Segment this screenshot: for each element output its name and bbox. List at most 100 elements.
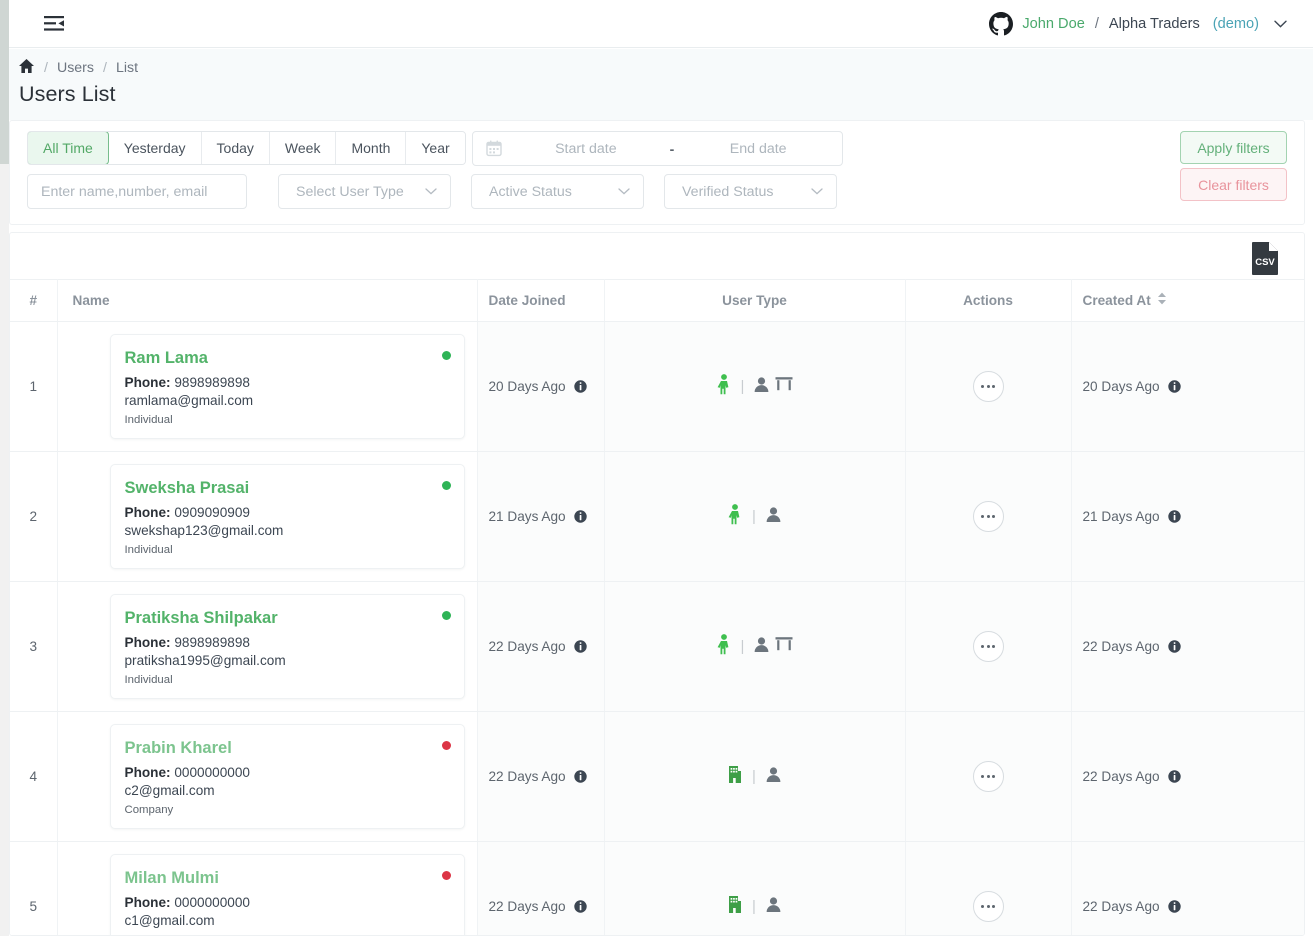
info-icon[interactable] [1167, 900, 1181, 913]
user-name: Sweksha Prasai [124, 479, 250, 497]
row-index: 5 [10, 841, 58, 935]
created-at-cell: 21 Days Ago [1083, 509, 1181, 524]
user-type-select[interactable]: Select User Type [278, 174, 451, 209]
clear-filters-button[interactable]: Clear filters [1180, 168, 1287, 201]
user-card[interactable]: Milan Mulmi Phone: 0000000000 c1@gmail.com… [109, 854, 465, 935]
page-scrollbar-thumb[interactable] [0, 0, 9, 164]
column-header-created-at: Created At [1071, 279, 1304, 322]
csv-export-icon[interactable]: CSV [1250, 241, 1280, 275]
sort-created-at[interactable]: Created At [1083, 292, 1167, 308]
user-phone: Phone: 0000000000 [124, 765, 250, 780]
verified-status-select[interactable]: Verified Status [664, 174, 837, 209]
created-at-value: 22 Days Ago [1082, 769, 1160, 784]
date-range-picker[interactable]: Start date - End date [472, 131, 843, 166]
info-icon[interactable] [1167, 510, 1181, 523]
active-status-select[interactable]: Active Status [471, 174, 644, 209]
end-date-field[interactable]: End date [674, 141, 842, 157]
page-title: Users List [19, 82, 116, 106]
users-table-panel: CSV # Name Date Joined User Type Actions… [9, 232, 1305, 936]
user-email: ramlama@gmail.com [124, 393, 254, 408]
user-phone: Phone: 0909090909 [124, 505, 250, 520]
user-email: c2@gmail.com [124, 783, 215, 798]
date-joined-value: 22 Days Ago [488, 769, 566, 784]
user-email: pratiksha1995@gmail.com [124, 653, 286, 668]
column-header-name: Name [57, 279, 478, 322]
user-phone: Phone: 9898989898 [124, 375, 250, 390]
column-header-user-type: User Type [604, 279, 906, 322]
chevron-down-icon[interactable] [1274, 20, 1287, 28]
info-icon[interactable] [1167, 640, 1181, 653]
individual-type-icon [716, 373, 732, 400]
breadcrumb-item-list[interactable]: List [116, 60, 138, 76]
time-segment-year[interactable]: Year [406, 132, 465, 164]
page-scrollbar[interactable] [0, 0, 9, 936]
top-bar: John Doe / Alpha Traders (demo) [9, 0, 1313, 48]
search-input[interactable] [28, 183, 246, 200]
more-options-icon[interactable] [972, 891, 1004, 922]
type-divider: | [752, 508, 756, 525]
info-icon[interactable] [573, 380, 587, 393]
person-type-icon [765, 766, 782, 788]
company-type-icon [727, 765, 743, 789]
info-icon[interactable] [573, 900, 587, 913]
table-row: 5 Milan Mulmi Phone: 0000000000 c1@gmail.co… [10, 841, 1304, 935]
info-icon[interactable] [1167, 380, 1181, 393]
user-phone: Phone: 9898989898 [124, 635, 250, 650]
home-icon[interactable] [18, 58, 35, 78]
info-icon[interactable] [1167, 770, 1181, 783]
user-type-cell: | [716, 373, 794, 400]
user-card[interactable]: Ram Lama Phone: 9898989898 ramlama@gmail.c… [109, 334, 465, 439]
person-type-icon [765, 896, 782, 918]
type-divider: | [740, 378, 745, 395]
time-segment-all-time[interactable]: All Time [27, 132, 109, 164]
menu-collapse-icon[interactable] [42, 11, 68, 37]
more-options-icon[interactable] [972, 371, 1004, 402]
date-joined-value: 20 Days Ago [488, 379, 566, 394]
chevron-down-icon [618, 188, 630, 195]
user-card[interactable]: Pratiksha Shilpakar Phone: 9898989898 prat… [109, 594, 465, 699]
breadcrumb: / Users / List [18, 58, 138, 78]
user-card[interactable]: Prabin Kharel Phone: 0000000000 c2@gmail.c… [109, 724, 465, 829]
bank-type-icon [775, 636, 793, 657]
created-at-value: 20 Days Ago [1082, 379, 1160, 394]
created-at-cell: 20 Days Ago [1083, 379, 1181, 394]
created-at-cell: 22 Days Ago [1083, 639, 1181, 654]
time-segment-today[interactable]: Today [201, 132, 270, 164]
more-options-icon[interactable] [972, 501, 1004, 532]
date-joined-cell: 22 Days Ago [489, 899, 587, 914]
row-index: 1 [10, 321, 58, 452]
individual-type-icon [716, 633, 732, 660]
time-segment-week[interactable]: Week [269, 132, 337, 164]
svg-text:CSV: CSV [1255, 257, 1275, 268]
created-at-value: 21 Days Ago [1082, 509, 1160, 524]
info-icon[interactable] [573, 640, 587, 653]
sort-updown-icon[interactable] [1157, 292, 1167, 308]
user-type-tag: Company [124, 804, 174, 816]
person-type-icon [765, 506, 782, 528]
person-type-icon [753, 636, 770, 658]
more-options-icon[interactable] [972, 761, 1004, 792]
user-card[interactable]: Sweksha Prasai Phone: 0909090909 swekshap1… [109, 464, 465, 569]
date-joined-cell: 22 Days Ago [489, 639, 587, 654]
user-type-tag: Individual [124, 544, 173, 556]
time-segment-month[interactable]: Month [336, 132, 407, 164]
apply-filters-button[interactable]: Apply filters [1180, 131, 1287, 164]
bank-type-icon [775, 376, 793, 397]
user-name: Pratiksha Shilpakar [124, 609, 278, 627]
table-header-row: # Name Date Joined User Type Actions Cre… [10, 279, 1304, 322]
user-account-menu[interactable]: John Doe / Alpha Traders (demo) [989, 11, 1287, 36]
breadcrumb-item-users[interactable]: Users [57, 60, 94, 76]
search-input-wrapper[interactable] [27, 174, 247, 209]
type-divider: | [740, 638, 745, 655]
start-date-field[interactable]: Start date [502, 141, 670, 157]
users-table: # Name Date Joined User Type Actions Cre… [10, 279, 1304, 935]
info-icon[interactable] [573, 510, 587, 523]
user-type-cell: | [727, 503, 782, 530]
breadcrumb-separator-1: / [44, 60, 48, 76]
row-index: 3 [10, 581, 58, 712]
info-icon[interactable] [573, 770, 587, 783]
user-type-tag: Individual [124, 674, 173, 686]
company-type-icon [727, 895, 743, 919]
time-segment-yesterday[interactable]: Yesterday [108, 132, 202, 164]
more-options-icon[interactable] [972, 631, 1004, 662]
